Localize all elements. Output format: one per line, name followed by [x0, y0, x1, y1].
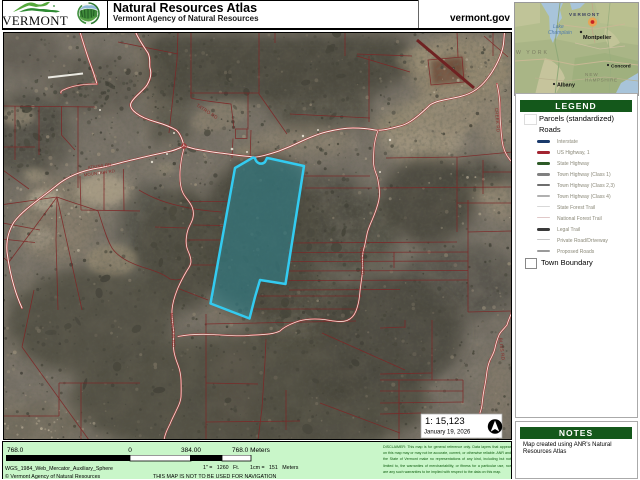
svg-text:VERMONT: VERMONT — [569, 12, 600, 17]
svg-text:Champlain: Champlain — [548, 30, 572, 36]
svg-text:HAMPSHIRE: HAMPSHIRE — [585, 78, 618, 83]
svg-text:W YORK: W YORK — [516, 50, 549, 56]
svg-text:Albany: Albany — [557, 83, 575, 89]
svg-text:NEW: NEW — [585, 72, 599, 77]
svg-text:1: 15,123: 1: 15,123 — [425, 416, 465, 427]
svg-text:Montpelier: Montpelier — [583, 35, 612, 41]
svg-text:Concord: Concord — [611, 64, 631, 70]
svg-text:January 19, 2026: January 19, 2026 — [424, 430, 471, 436]
